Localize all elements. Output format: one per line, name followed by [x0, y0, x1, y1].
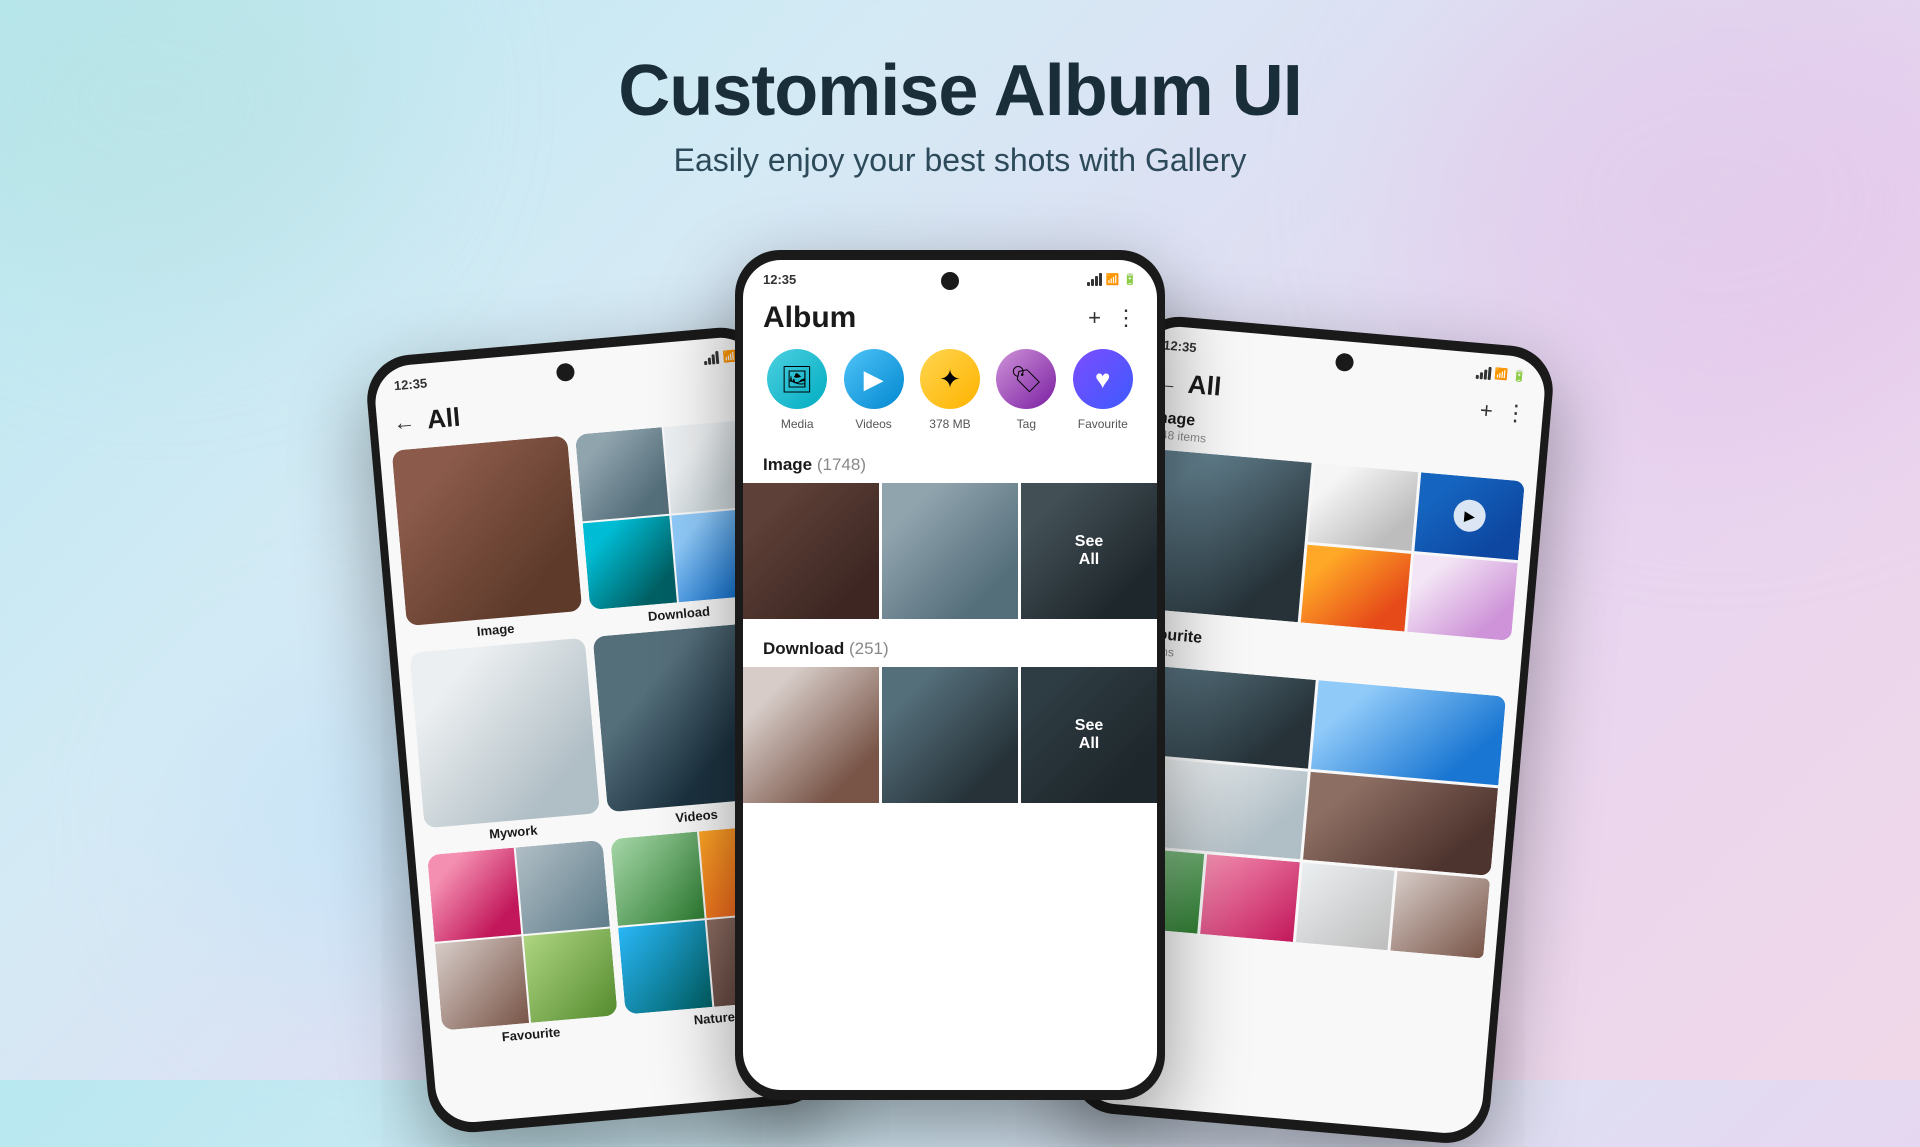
center-album-title: Album: [763, 301, 856, 335]
dl-photo-2: [882, 667, 1018, 803]
see-all-image: See All: [1021, 483, 1157, 619]
download-section-header: Download (251): [743, 631, 1157, 667]
cat-videos-label: Videos: [855, 417, 891, 431]
center-status-icons: 📶 🔋: [1087, 273, 1137, 286]
cat-media-label: Media: [781, 417, 814, 431]
right-image-grid: ▶: [1132, 448, 1524, 641]
left-status-icons: 📶: [704, 349, 738, 365]
cat-tag[interactable]: 🏷 Tag: [996, 349, 1056, 431]
right-header-actions: + ⋮: [1479, 397, 1528, 427]
cat-videos-icon: ▶: [844, 349, 904, 409]
right-status-icons: 📶 🔋: [1475, 366, 1526, 383]
right-fav-grid: [1112, 664, 1506, 876]
center-album-actions: + ⋮: [1088, 305, 1137, 331]
main-title: Customise Album UI: [618, 50, 1301, 132]
img-photo-2: [882, 483, 1018, 619]
dl-photo-see-all[interactable]: See All: [1021, 667, 1157, 803]
right-bottom-2: [1200, 854, 1299, 942]
cat-fav-label: Favourite: [1078, 417, 1128, 431]
center-wifi-icon: 📶: [1106, 273, 1120, 286]
download-count: (251): [849, 639, 889, 658]
right-fav-4: [1303, 771, 1498, 876]
center-time: 12:35: [763, 272, 796, 287]
cat-storage[interactable]: ✦ 378 MB: [920, 349, 980, 431]
center-add-button[interactable]: +: [1088, 305, 1101, 331]
right-img-5: [1407, 554, 1517, 641]
cat-storage-label: 378 MB: [929, 417, 970, 431]
cat-storage-icon: ✦: [920, 349, 980, 409]
cat-media[interactable]: 🖼 Media: [767, 349, 827, 431]
center-phone-notch: [941, 272, 959, 290]
center-more-button[interactable]: ⋮: [1115, 305, 1137, 331]
cat-favourite[interactable]: ♥ Favourite: [1073, 349, 1133, 431]
right-wifi-icon: 📶: [1494, 367, 1509, 381]
center-categories: 🖼 Media ▶ Videos ✦ 378 MB: [743, 349, 1157, 447]
center-album-header: Album + ⋮: [743, 293, 1157, 349]
cat-videos[interactable]: ▶ Videos: [844, 349, 904, 431]
main-subtitle: Easily enjoy your best shots with Galler…: [618, 142, 1301, 179]
dl-photo-1: [743, 667, 879, 803]
back-arrow-icon[interactable]: ←: [392, 408, 416, 436]
right-fav-2: [1311, 680, 1506, 785]
album-item-image[interactable]: Image: [392, 435, 584, 645]
right-add-button[interactable]: +: [1479, 397, 1494, 424]
cat-fav-icon: ♥: [1073, 349, 1133, 409]
img-photo-see-all[interactable]: See All: [1021, 483, 1157, 619]
see-all-download: See All: [1021, 667, 1157, 803]
img-photo-1: [743, 483, 879, 619]
center-battery-icon: 🔋: [1123, 273, 1137, 286]
page-header: Customise Album UI Easily enjoy your bes…: [618, 0, 1301, 179]
left-time: 12:35: [393, 375, 427, 393]
right-img-2: [1308, 463, 1418, 550]
image-count: (1748): [817, 455, 866, 474]
image-section-header: Image (1748): [743, 447, 1157, 483]
center-phone-screen: 12:35 📶 🔋 Album + ⋮: [743, 260, 1157, 1090]
cat-tag-label: Tag: [1017, 417, 1036, 431]
phones-container: 12:35 📶 ← All: [0, 250, 1920, 1100]
center-phone: 12:35 📶 🔋 Album + ⋮: [735, 250, 1165, 1100]
album-item-mywork[interactable]: Mywork: [409, 638, 601, 848]
right-bottom-4: [1391, 871, 1490, 959]
image-section-title: Image (1748): [763, 455, 866, 475]
image-photo-row: See All: [743, 483, 1157, 631]
right-image-section: Image 1748 items ▶: [1119, 407, 1540, 657]
download-photo-row: See All: [743, 667, 1157, 815]
right-screen-title: All: [1187, 369, 1223, 403]
right-more-button[interactable]: ⋮: [1504, 399, 1528, 427]
right-play-overlay: ▶: [1415, 472, 1525, 559]
download-section-title: Download (251): [763, 639, 889, 659]
cat-media-icon: 🖼: [767, 349, 827, 409]
right-img-3: ▶: [1415, 472, 1525, 559]
right-play-icon: ▶: [1452, 499, 1487, 534]
right-bottom-3: [1295, 863, 1394, 951]
album-item-favourite[interactable]: Favourite: [427, 840, 619, 1050]
right-time: 12:35: [1163, 337, 1197, 355]
right-img-4: [1301, 544, 1411, 631]
cat-tag-icon: 🏷: [996, 349, 1056, 409]
right-battery-icon: 🔋: [1512, 369, 1527, 383]
left-screen-title: All: [426, 402, 462, 436]
